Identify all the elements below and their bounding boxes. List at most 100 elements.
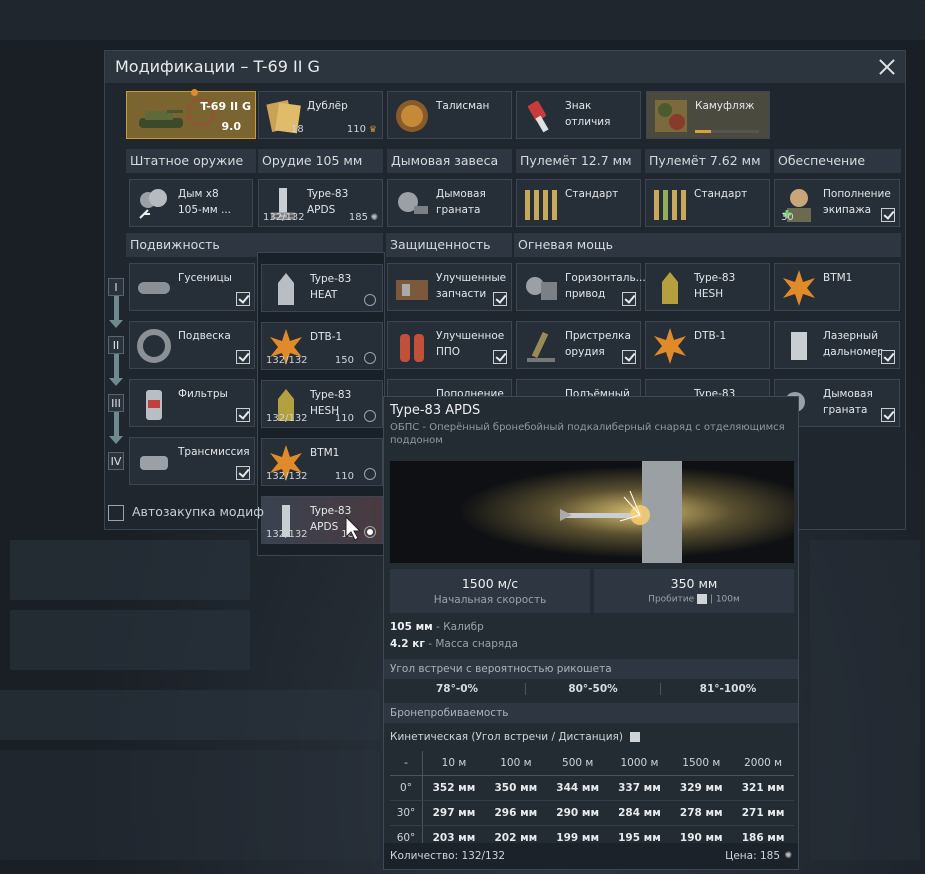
table-cell: 278 мм: [670, 800, 733, 826]
slot-label: Type-83 HESH: [694, 272, 736, 300]
table-cell: 329 мм: [670, 775, 733, 801]
slot-label: Дымовая граната: [436, 188, 486, 216]
smoke-wrench-icon: [139, 189, 167, 219]
background-tile: [810, 540, 920, 860]
vehicle-name: T-69 II G: [200, 100, 251, 113]
slot-label: Гусеницы: [178, 272, 232, 284]
table-header-cell: 10 м: [422, 751, 485, 776]
auto-checkbox[interactable]: [236, 466, 250, 480]
crew-replenish-slot[interactable]: Пополнение экипажа 30: [774, 179, 900, 227]
slot-price: 110: [334, 471, 354, 482]
table-header-cell: 1500 м: [670, 751, 733, 776]
header-firepower: Огневая мощь: [514, 233, 901, 257]
ammo-radio-selected[interactable]: [364, 526, 376, 538]
slot-price: 150: [334, 355, 354, 366]
slot-count: 132/132: [266, 471, 308, 482]
transmission-slot[interactable]: Трансмиссия: [129, 437, 255, 485]
tier-marker: II: [108, 336, 124, 354]
auto-checkbox[interactable]: [493, 292, 507, 306]
ricochet-angles: 78°-0% 80°-50% 81°-100%: [390, 681, 794, 697]
btm1-slot[interactable]: BTM1: [774, 263, 900, 311]
suspension-slot[interactable]: Подвеска: [129, 321, 255, 369]
background-tile: [10, 610, 250, 670]
table-cell: 271 мм: [732, 800, 794, 826]
quantity-text: Количество: 132/132: [390, 850, 506, 862]
slot-label: DTB-1: [310, 331, 343, 343]
velocity-stat: 1500 м/с Начальная скорость: [390, 569, 590, 613]
auto-checkbox[interactable]: [236, 408, 250, 422]
insignia-slot[interactable]: Знак отличия: [516, 91, 641, 139]
dropdown-option-apds[interactable]: Type-83APDS 132/132 18: [261, 496, 383, 544]
horizontal-drive-slot[interactable]: Горизонталь... привод: [516, 263, 646, 311]
filters-slot[interactable]: Фильтры: [129, 379, 255, 427]
ammo-radio[interactable]: [364, 294, 376, 306]
auto-checkbox[interactable]: [622, 292, 636, 306]
mg762-ammo-slot[interactable]: Стандарт: [645, 179, 770, 227]
slot-label: Трансмиссия: [178, 446, 250, 458]
slot-label: Лазерный дальномер: [823, 330, 884, 358]
hesh-slot[interactable]: Type-83 HESH: [645, 263, 770, 311]
slot-label: BTM1: [310, 447, 340, 459]
crew-backup-slot[interactable]: Дублёр 18 110 ♛: [258, 91, 383, 139]
smoke-shell-slot[interactable]: Дым x8 105-мм ...: [129, 179, 253, 227]
table-row: 0° 352 мм 350 мм 344 мм 337 мм 329 мм 32…: [390, 775, 794, 801]
camouflage-slot[interactable]: Камуфляж: [646, 91, 770, 139]
ammo-radio[interactable]: [364, 468, 376, 480]
auto-checkbox[interactable]: [881, 408, 895, 422]
auto-checkbox[interactable]: [493, 350, 507, 364]
table-cell: 352 мм: [422, 775, 485, 801]
auto-checkbox[interactable]: [236, 292, 250, 306]
table-header-cell: 1000 м: [608, 751, 671, 776]
slot-count: 132/132: [266, 529, 308, 540]
slot-price: 110: [346, 124, 366, 135]
silver-lion-icon: ✺: [370, 213, 378, 223]
window-title: Модификации – T-69 II G: [115, 57, 320, 76]
auto-checkbox[interactable]: [236, 350, 250, 364]
fire-protection-slot[interactable]: Улучшенное ППО: [387, 321, 512, 369]
table-cell: 284 мм: [608, 800, 671, 826]
dropdown-option-btm1[interactable]: BTM1 132/132 110: [261, 438, 383, 486]
gun-zeroing-slot[interactable]: Пристрелка орудия: [516, 321, 641, 369]
auto-checkbox[interactable]: [881, 350, 895, 364]
talisman-slot[interactable]: Талисман: [387, 91, 512, 139]
ammo-radio[interactable]: [364, 352, 376, 364]
autobuy-checkbox[interactable]: Автозакупка модиф: [108, 504, 264, 521]
smoke-grenade-slot[interactable]: Дымовая граната: [387, 179, 512, 227]
dropdown-option-hesh[interactable]: Type-83 HESH 132/132 110: [261, 380, 383, 428]
slot-label: Пристрелка орудия: [565, 330, 631, 358]
dtb1-slot[interactable]: DTB-1: [645, 321, 770, 369]
mg127-ammo-slot[interactable]: Стандарт: [516, 179, 641, 227]
auto-checkbox[interactable]: [622, 350, 636, 364]
extinguisher-icon: [400, 334, 424, 362]
tooltip-subtitle: ОБПС - Оперённый бронебойный подкалиберн…: [390, 422, 785, 446]
vehicle-slot[interactable]: T-69 II G 9.0: [126, 89, 256, 139]
shell-impact-illustration: [390, 461, 794, 563]
ammo-radio[interactable]: [364, 410, 376, 422]
ammo-dropdown: Type-83 HEAT DTB-1 132/132 150 Type-83 HES…: [257, 252, 385, 556]
paint-brush-icon: [528, 100, 549, 133]
dropdown-option-heat[interactable]: Type-83 HEAT: [261, 264, 383, 312]
tracks-icon: [138, 282, 170, 294]
table-cell: 296 мм: [484, 800, 547, 826]
penetration-table: - 10 м 100 м 500 м 1000 м 1500 м 2000 м …: [390, 751, 794, 851]
tier-arrow-icon: [109, 378, 123, 386]
table-cell: 290 мм: [546, 800, 609, 826]
spare-parts-slot[interactable]: Улучшенные запчасти: [387, 263, 512, 311]
autobuy-box[interactable]: [108, 504, 124, 521]
mortar-icon: [527, 331, 555, 362]
slot-count: 18: [291, 124, 304, 135]
penetration-icon: [630, 732, 641, 742]
tier-connector: [114, 296, 119, 320]
slot-label: Талисман: [436, 100, 490, 112]
close-button[interactable]: [875, 55, 899, 79]
apds-slot[interactable]: Type-83 APDS 132/132 185 ✺: [258, 179, 383, 227]
tank-icon: [139, 110, 183, 128]
auto-checkbox[interactable]: [881, 208, 895, 222]
laser-rangefinder-slot[interactable]: Лазерный дальномер: [774, 321, 900, 369]
gear-drive-icon: [526, 277, 557, 300]
hesh-shell-icon: [662, 272, 678, 304]
dropdown-option-dtb1[interactable]: DTB-1 132/132 150: [261, 322, 383, 370]
medal-icon: [396, 100, 428, 132]
slot-label: Знак отличия: [565, 100, 611, 128]
tracks-slot[interactable]: Гусеницы: [129, 263, 255, 311]
